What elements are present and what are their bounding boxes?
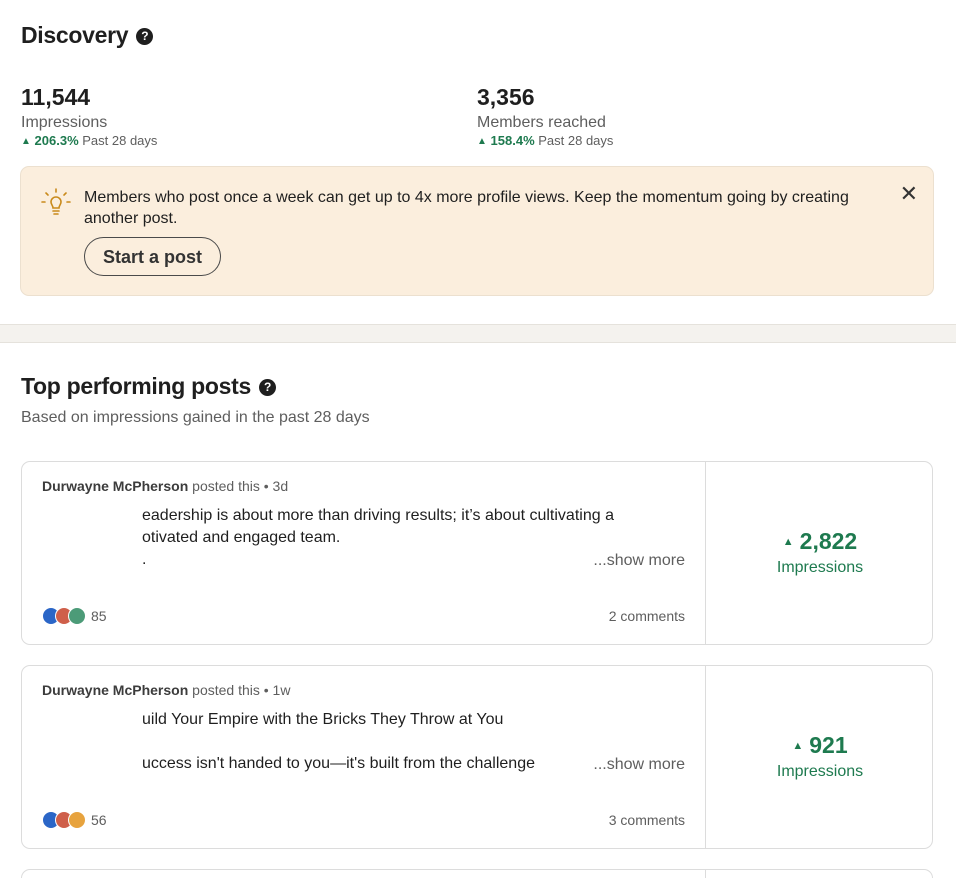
discovery-title: Discovery [21,22,129,48]
reactions[interactable]: 85 [42,606,107,626]
impressions-number: 921 [809,732,848,758]
members-metric[interactable]: 3,356 Members reached ▲ 158.4% Past 28 d… [477,84,613,148]
trend-up-icon: ▲ [792,740,804,752]
members-value: 3,356 [477,84,535,110]
start-post-button[interactable]: Start a post [84,237,222,276]
impressions-trend-pct: 206.3% [34,133,79,148]
reaction-count: 56 [91,812,107,828]
reaction-count: 85 [91,608,107,624]
show-more-link[interactable]: ...show more [589,552,685,570]
impressions-number: 2,822 [799,528,858,554]
impressions-label: Impressions [21,114,108,131]
top-posts-title: Top performing posts [21,373,251,399]
post-text-line: uild Your Empire with the Bricks They Th… [142,711,504,728]
support-reaction-icon [68,607,86,625]
members-trend-period: Past 28 days [538,133,614,148]
post-content[interactable]: Durwayne McPherson posted this • 1w uild… [22,666,706,848]
reactions[interactable]: 56 [42,810,107,830]
comments-link[interactable]: 3 comments [609,812,685,828]
section-divider [0,324,956,343]
members-label: Members reached [477,114,606,131]
impressions-label: Impressions [776,559,864,576]
post-content[interactable]: Durwayne McPherson posted this • 3d eade… [22,462,706,644]
post-meta: posted this • 1w [188,682,291,698]
lightbulb-icon [41,188,71,215]
impressions-count: ▲ 921 [707,732,933,759]
post-impressions[interactable]: ▲ 2,822 Impressions [707,462,933,644]
tip-banner: Members who post once a week can get up … [20,166,934,296]
impressions-trend: ▲ 206.3% Past 28 days [21,133,157,148]
close-icon[interactable]: ✕ [900,181,918,207]
members-trend: ▲ 158.4% Past 28 days [477,133,613,148]
post-text-line [142,731,582,753]
discovery-heading: Discovery? [21,22,154,49]
trend-up-icon: ▲ [477,136,487,147]
post-impressions[interactable]: ▲ 921 Impressions [707,666,933,848]
trend-up-icon: ▲ [21,136,31,147]
trend-up-icon: ▲ [782,536,794,548]
post-card[interactable]: Durwayne McPherson posted this • 3d eade… [21,461,933,645]
impressions-trend-period: Past 28 days [82,133,158,148]
help-icon[interactable]: ? [136,28,154,45]
post-text-line: eadership is about more than driving res… [142,507,614,524]
post-author-line: Durwayne McPherson posted this • 3d [42,478,288,494]
impressions-label: Impressions [776,763,864,780]
top-posts-subtitle: Based on impressions gained in the past … [21,409,370,426]
show-more-link[interactable]: ...show more [589,756,685,774]
impressions-metric[interactable]: 11,544 Impressions ▲ 206.3% Past 28 days [21,84,157,148]
post-text-line: uccess isn't handed to you—it's built fr… [142,755,535,772]
comments-link[interactable]: 2 comments [609,608,685,624]
members-trend-pct: 158.4% [490,133,535,148]
post-text[interactable]: uild Your Empire with the Bricks They Th… [142,709,582,775]
post-card[interactable] [21,869,933,878]
post-meta: posted this • 3d [188,478,289,494]
tip-message: Members who post once a week can get up … [84,189,849,227]
help-icon[interactable]: ? [258,379,276,396]
post-author-line: Durwayne McPherson posted this • 1w [42,682,290,698]
post-author[interactable]: Durwayne McPherson [42,478,188,494]
top-posts-heading: Top performing posts? [21,373,276,400]
post-content[interactable] [22,870,706,878]
post-text-line: otivated and engaged team. [142,529,341,546]
insightful-reaction-icon [68,811,86,829]
post-card[interactable]: Durwayne McPherson posted this • 1w uild… [21,665,933,849]
impressions-value: 11,544 [21,84,91,110]
discovery-section: Discovery? 11,544 Impressions ▲ 206.3% P… [0,0,956,324]
post-author[interactable]: Durwayne McPherson [42,682,188,698]
impressions-count: ▲ 2,822 [707,528,933,555]
